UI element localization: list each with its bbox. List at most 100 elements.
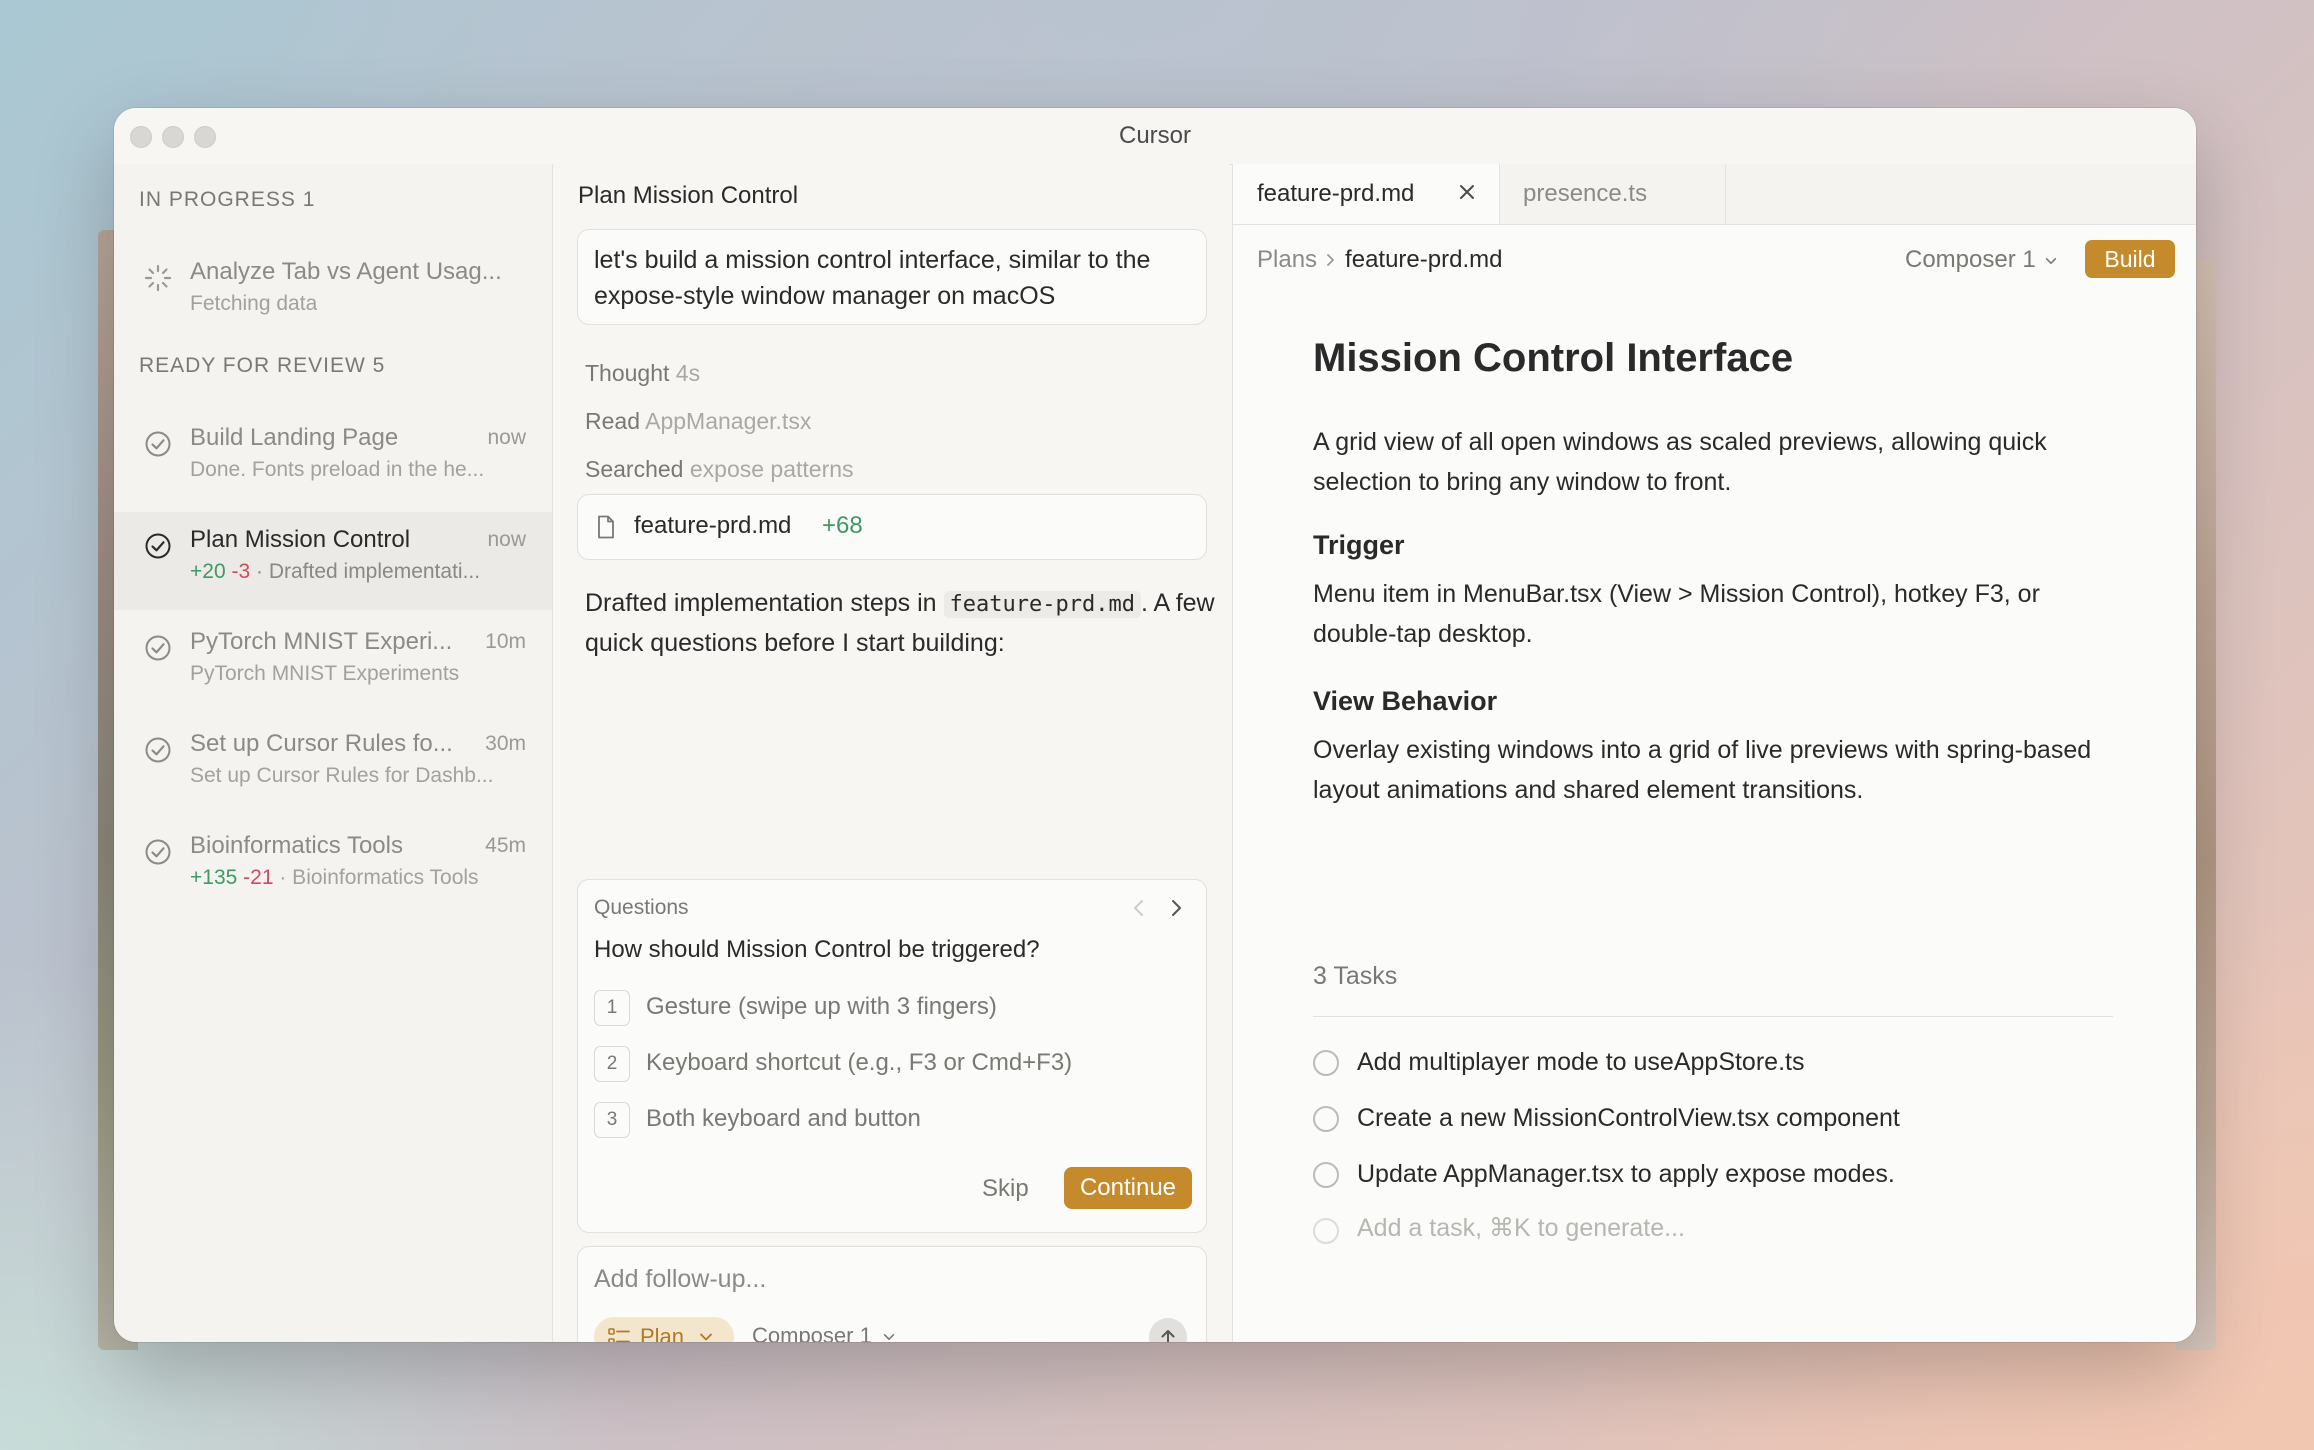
deletions-count: -21 [243, 866, 274, 889]
option-number: 3 [594, 1102, 630, 1138]
plan-list-icon [608, 1328, 630, 1342]
add-task-row [1313, 1214, 2113, 1250]
sidebar-item-build-landing-page[interactable]: Build Landing Page now Done. Fonts prelo… [114, 410, 552, 508]
additions-count: +135 [190, 866, 238, 889]
chevron-right-icon [1327, 254, 1334, 266]
close-icon[interactable] [1455, 180, 1479, 204]
editor-panel: feature-prd.md presence.ts Plans feature-… [1232, 164, 2196, 1342]
sidebar-item-title: Bioinformatics Tools [190, 832, 403, 859]
breadcrumb-root[interactable]: Plans [1257, 246, 1317, 273]
option-number: 2 [594, 1046, 630, 1082]
question-text: How should Mission Control be triggered? [594, 936, 1040, 963]
assistant-reply: Drafted implementation steps in feature-… [585, 584, 1215, 663]
sidebar-item-time: 30m [485, 732, 526, 755]
tab-label: feature-prd.md [1257, 180, 1415, 207]
sidebar-item-time: now [487, 528, 526, 551]
build-button[interactable]: Build [2085, 240, 2175, 278]
sidebar-item-pytorch-mnist[interactable]: PyTorch MNIST Experi... 10m PyTorch MNIS… [114, 614, 552, 712]
task-checkbox[interactable] [1313, 1050, 1339, 1076]
window-title: Cursor [1118, 122, 1191, 149]
step-detail: expose patterns [689, 456, 854, 482]
sidebar-item-summary: · Bioinformatics Tools [279, 866, 479, 889]
task-item: Add multiplayer mode to useAppStore.ts [1313, 1046, 2113, 1082]
task-checkbox[interactable] [1313, 1106, 1339, 1132]
inline-code: feature-prd.md [943, 591, 1141, 618]
sidebar-item-time: 45m [485, 834, 526, 857]
sidebar-item-cursor-rules[interactable]: Set up Cursor Rules fo... 30m Set up Cur… [114, 716, 552, 814]
chevron-down-icon [883, 1334, 895, 1341]
sidebar-item-bioinformatics-tools[interactable]: Bioinformatics Tools 45m +135 -21 · Bioi… [114, 818, 552, 916]
mode-label: Plan [640, 1324, 685, 1342]
add-task-input[interactable] [1357, 1214, 2097, 1243]
ready-for-review-heading: READY FOR REVIEW 5 [139, 354, 386, 377]
tab-label: presence.ts [1523, 180, 1648, 207]
questions-label: Questions [594, 896, 689, 919]
followup-input[interactable] [594, 1265, 1154, 1294]
step-read[interactable]: Read AppManager.tsx [585, 408, 811, 435]
tasks-divider [1313, 1016, 2113, 1017]
sidebar-item-time: 10m [485, 630, 526, 653]
tab-feature-prd[interactable]: feature-prd.md [1233, 164, 1500, 224]
chevron-right-icon[interactable] [1168, 896, 1184, 920]
sidebar-item-title: Set up Cursor Rules fo... [190, 730, 453, 757]
task-checkbox[interactable] [1313, 1162, 1339, 1188]
mode-selector[interactable]: Plan [594, 1317, 734, 1342]
document-title: Mission Control Interface [1313, 336, 1794, 380]
check-circle-icon [145, 635, 171, 661]
app-window: Cursor IN PROGRESS 1 Analyze Tab vs Agen… [114, 108, 2196, 1342]
loading-spinner-icon [144, 264, 172, 292]
question-option-3[interactable]: 3 Both keyboard and button [594, 1102, 1184, 1138]
title-bar: Cursor [114, 108, 2196, 165]
tab-presence[interactable]: presence.ts [1499, 164, 1726, 224]
option-number: 1 [594, 990, 630, 1026]
model-selector[interactable]: Composer 1 [752, 1323, 896, 1342]
chevron-left-icon[interactable] [1131, 896, 1147, 920]
question-option-2[interactable]: 2 Keyboard shortcut (e.g., F3 or Cmd+F3) [594, 1046, 1184, 1082]
step-thought[interactable]: Thought 4s [585, 360, 700, 387]
continue-button[interactable]: Continue [1064, 1167, 1192, 1209]
questions-card: Questions How should Mission Control be … [577, 879, 1207, 1233]
option-label: Keyboard shortcut (e.g., F3 or Cmd+F3) [646, 1049, 1073, 1076]
editor-model-selector[interactable]: Composer 1 [1905, 246, 2058, 274]
step-label: Thought [585, 360, 670, 386]
model-label: Composer 1 [752, 1323, 872, 1342]
section-heading-view-behavior: View Behavior [1313, 686, 1498, 716]
chevron-down-icon [700, 1333, 712, 1341]
task-checkbox-placeholder [1313, 1218, 1339, 1244]
step-detail: AppManager.tsx [645, 408, 812, 434]
sidebar-item-analyze-tab[interactable]: Analyze Tab vs Agent Usag... Fetching da… [114, 244, 552, 342]
step-label: Searched [585, 456, 684, 482]
section-body-view-behavior: Overlay existing windows into a grid of … [1313, 736, 2092, 804]
sidebar-item-subtitle: Done. Fonts preload in the he... [190, 458, 485, 481]
user-prompt-text: let's build a mission control interface,… [594, 246, 1151, 310]
sidebar-item-time: now [487, 426, 526, 449]
sidebar-item-subtitle: +20 -3 · Drafted implementati... [190, 560, 480, 584]
check-circle-icon [145, 431, 171, 457]
editor-tab-bar: feature-prd.md presence.ts [1233, 164, 2196, 225]
send-button[interactable] [1149, 1318, 1187, 1342]
sidebar-item-title: Build Landing Page [190, 424, 399, 451]
user-prompt-bubble: let's build a mission control interface,… [577, 229, 1207, 325]
step-label: Read [585, 408, 640, 434]
chat-panel: Plan Mission Control let's build a missi… [553, 164, 1229, 1342]
arrow-up-icon [1161, 1330, 1175, 1342]
deletions-count: -3 [231, 560, 251, 583]
question-option-1[interactable]: 1 Gesture (swipe up with 3 fingers) [594, 990, 1184, 1026]
check-circle-icon [145, 737, 171, 763]
model-label: Composer 1 [1905, 246, 2036, 273]
sidebar-item-title: Plan Mission Control [190, 526, 411, 553]
additions-count: +20 [190, 560, 226, 583]
skip-button[interactable]: Skip [982, 1175, 1029, 1203]
sidebar-item-subtitle: +135 -21 · Bioinformatics Tools [190, 866, 479, 890]
sidebar-item-subtitle: Fetching data [190, 292, 318, 315]
reply-text-before: Drafted implementation steps in [585, 589, 944, 617]
sidebar-item-plan-mission-control[interactable]: Plan Mission Control now +20 -3 · Drafte… [114, 512, 552, 610]
breadcrumb: Plans feature-prd.md [1257, 246, 1502, 274]
step-searched[interactable]: Searched expose patterns [585, 456, 854, 483]
in-progress-heading: IN PROGRESS 1 [139, 188, 316, 211]
sidebar-item-subtitle: Set up Cursor Rules for Dashb... [190, 764, 494, 787]
file-change-card[interactable]: feature-prd.md +68 [577, 494, 1207, 560]
followup-composer: Plan Composer 1 [577, 1246, 1207, 1342]
step-detail: 4s [675, 360, 701, 386]
chevron-down-icon [2046, 257, 2057, 264]
